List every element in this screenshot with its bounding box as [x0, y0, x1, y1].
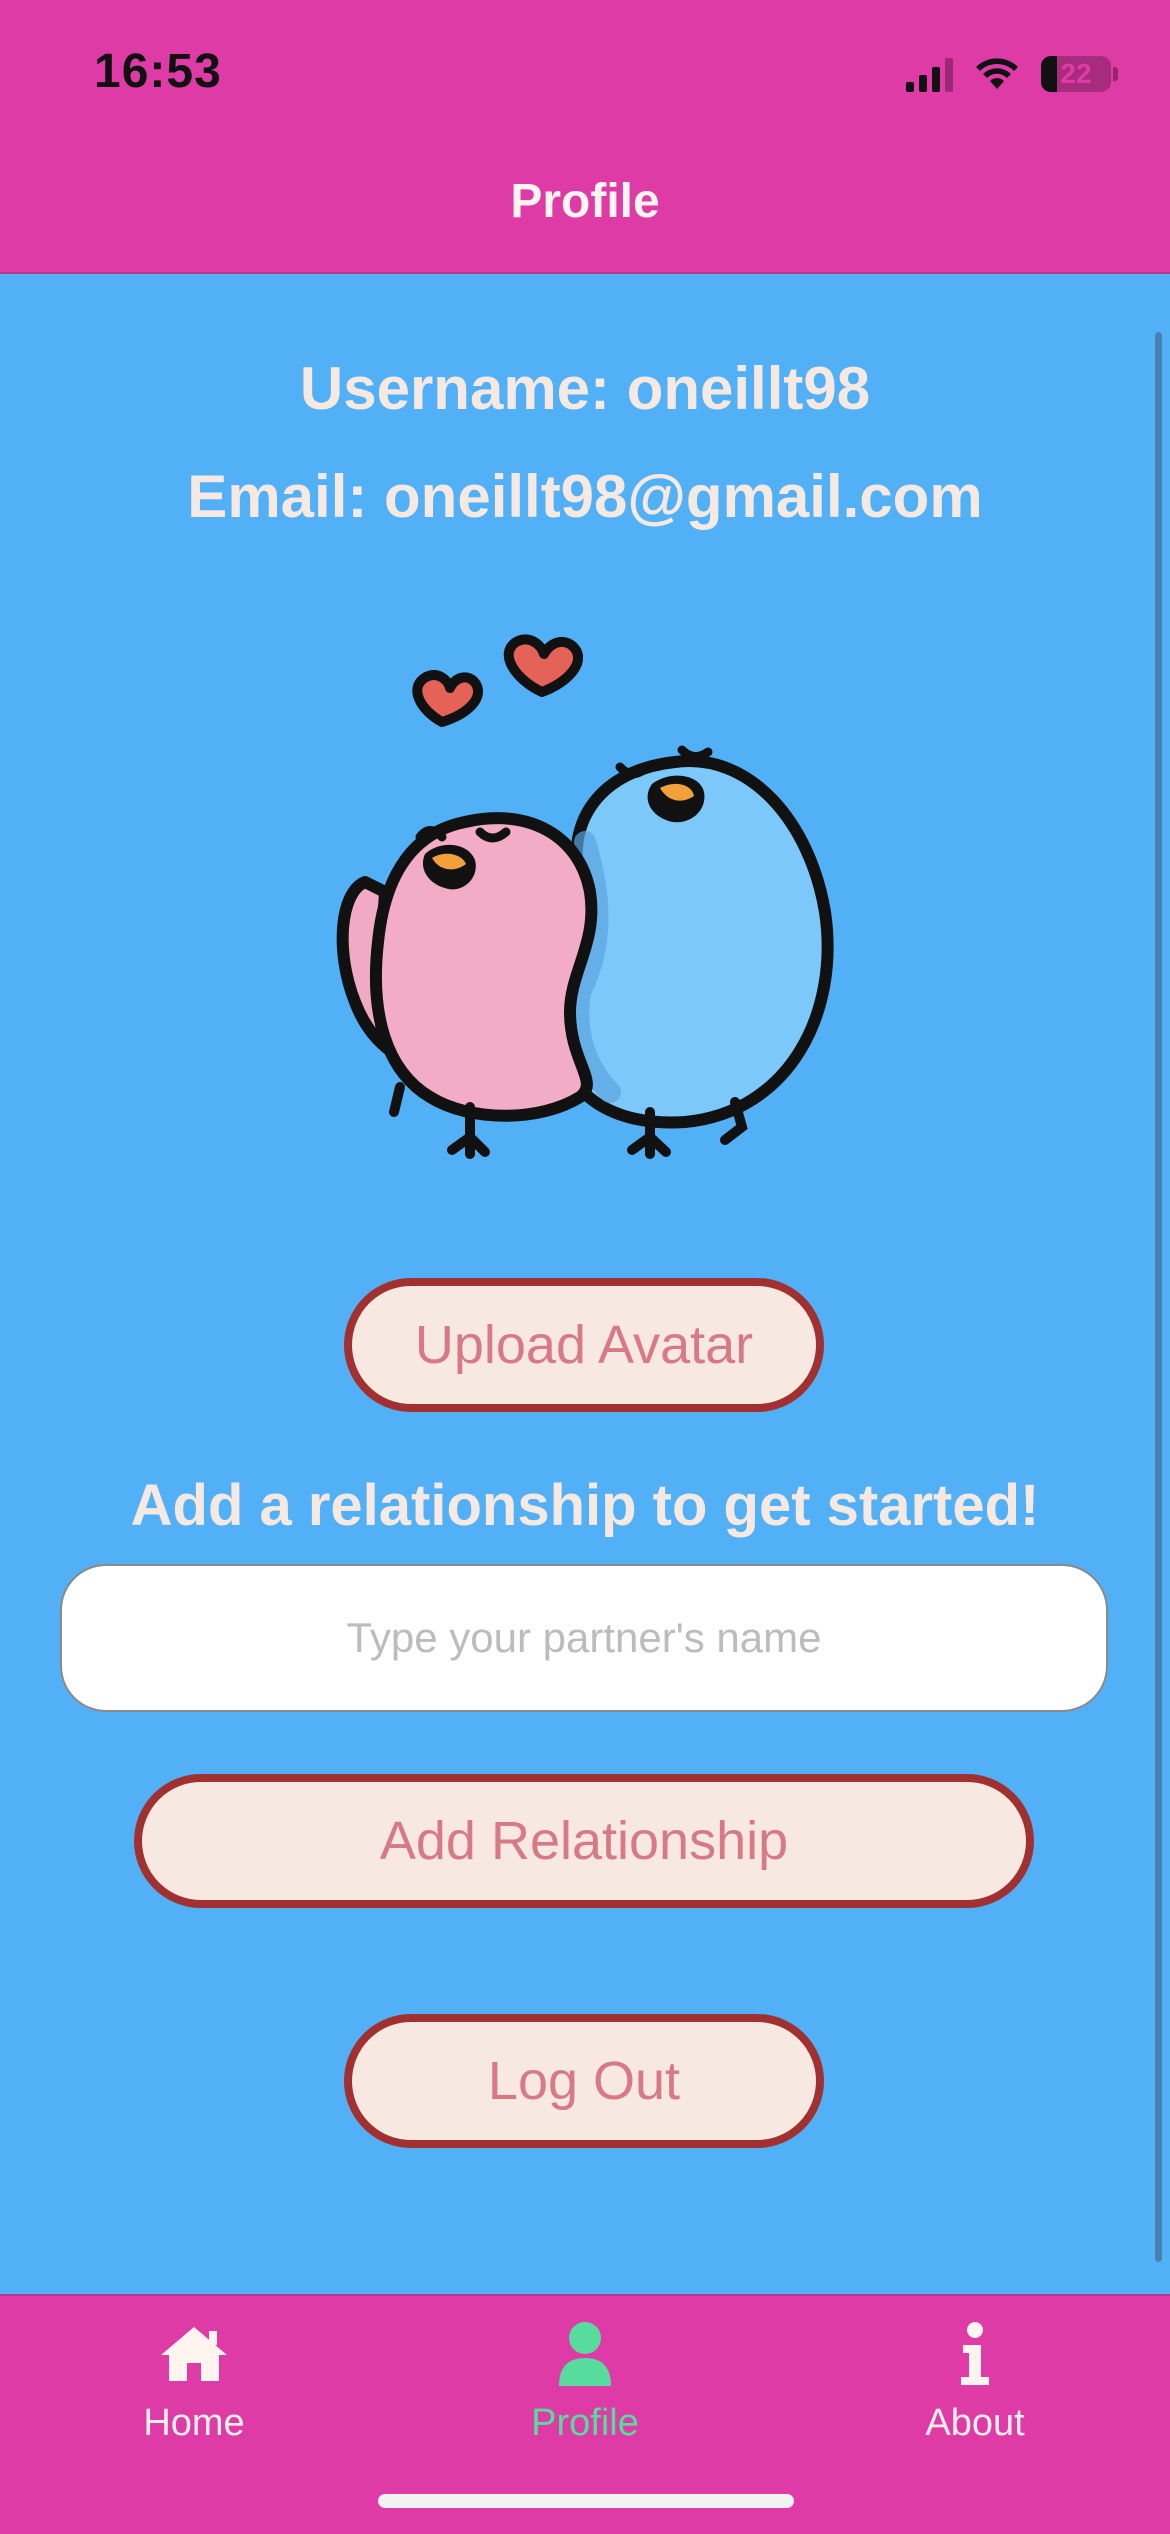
- tab-home[interactable]: Home: [44, 2316, 344, 2456]
- upload-avatar-button[interactable]: Upload Avatar: [344, 1278, 824, 1412]
- email-text: Email: oneillt98@gmail.com: [187, 463, 983, 530]
- status-icons: 22: [906, 52, 1118, 96]
- avatar: [336, 634, 834, 1159]
- status-time: 16:53: [94, 45, 222, 98]
- cellular-signal-icon: [906, 56, 953, 92]
- tab-about-label: About: [925, 2402, 1025, 2444]
- page-title: Profile: [510, 174, 660, 228]
- info-icon: [935, 2316, 1015, 2392]
- wifi-icon: [976, 58, 1018, 89]
- add-relationship-button[interactable]: Add Relationship: [134, 1774, 1034, 1908]
- scrollbar[interactable]: [1155, 332, 1162, 2262]
- logout-button[interactable]: Log Out: [344, 2014, 824, 2148]
- add-relationship-prompt: Add a relationship to get started!: [130, 1473, 1040, 1538]
- partner-name-input[interactable]: [60, 1564, 1108, 1712]
- tab-about[interactable]: About: [825, 2316, 1125, 2456]
- home-icon: [154, 2316, 234, 2392]
- battery-level: 22: [1060, 58, 1092, 89]
- nav-header: Profile: [0, 140, 1170, 274]
- profile-content[interactable]: Username: oneillt98 Email: oneillt98@gma…: [0, 274, 1170, 2294]
- tab-profile-label: Profile: [531, 2402, 639, 2444]
- battery-icon: 22: [1041, 56, 1111, 92]
- person-icon: [545, 2316, 625, 2392]
- username-text: Username: oneillt98: [299, 355, 871, 422]
- love-birds-illustration: [336, 634, 834, 1159]
- tab-profile[interactable]: Profile: [435, 2316, 735, 2456]
- status-bar: 16:53 22: [0, 0, 1170, 140]
- home-indicator[interactable]: [378, 2494, 794, 2508]
- tab-home-label: Home: [143, 2402, 245, 2444]
